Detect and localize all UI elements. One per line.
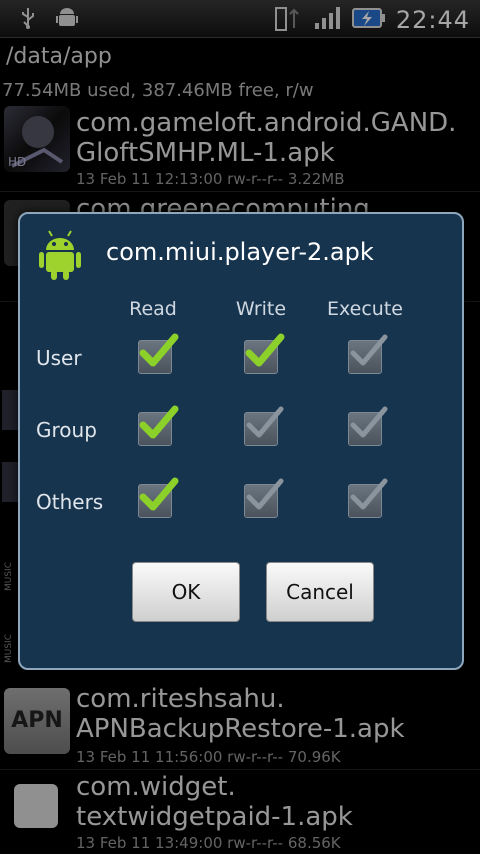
check-icon bbox=[245, 333, 285, 367]
check-icon bbox=[350, 406, 388, 438]
user-write-checkbox[interactable] bbox=[244, 333, 285, 374]
permissions-dialog: com.miui.player-2.apk Read Write Execute… bbox=[18, 212, 464, 670]
others-execute-checkbox[interactable] bbox=[348, 478, 388, 518]
group-execute-checkbox[interactable] bbox=[348, 406, 388, 446]
check-icon bbox=[139, 333, 179, 367]
android-icon bbox=[38, 230, 82, 282]
check-icon bbox=[139, 477, 179, 511]
check-icon bbox=[350, 334, 388, 366]
check-icon bbox=[246, 478, 284, 510]
column-read: Read bbox=[129, 298, 177, 320]
column-execute: Execute bbox=[327, 298, 403, 320]
check-icon bbox=[246, 406, 284, 438]
user-read-checkbox[interactable] bbox=[138, 333, 179, 374]
row-others: Others bbox=[36, 490, 104, 514]
group-read-checkbox[interactable] bbox=[138, 405, 179, 446]
user-execute-checkbox[interactable] bbox=[348, 334, 388, 374]
others-write-checkbox[interactable] bbox=[244, 478, 284, 518]
cancel-button[interactable]: Cancel bbox=[266, 562, 374, 622]
row-group: Group bbox=[36, 418, 97, 442]
ok-button[interactable]: OK bbox=[132, 562, 240, 622]
row-user: User bbox=[36, 346, 82, 370]
check-icon bbox=[139, 405, 179, 439]
column-write: Write bbox=[235, 298, 287, 320]
others-read-checkbox[interactable] bbox=[138, 477, 179, 518]
group-write-checkbox[interactable] bbox=[244, 406, 284, 446]
dialog-title: com.miui.player-2.apk bbox=[106, 238, 374, 266]
check-icon bbox=[350, 478, 388, 510]
